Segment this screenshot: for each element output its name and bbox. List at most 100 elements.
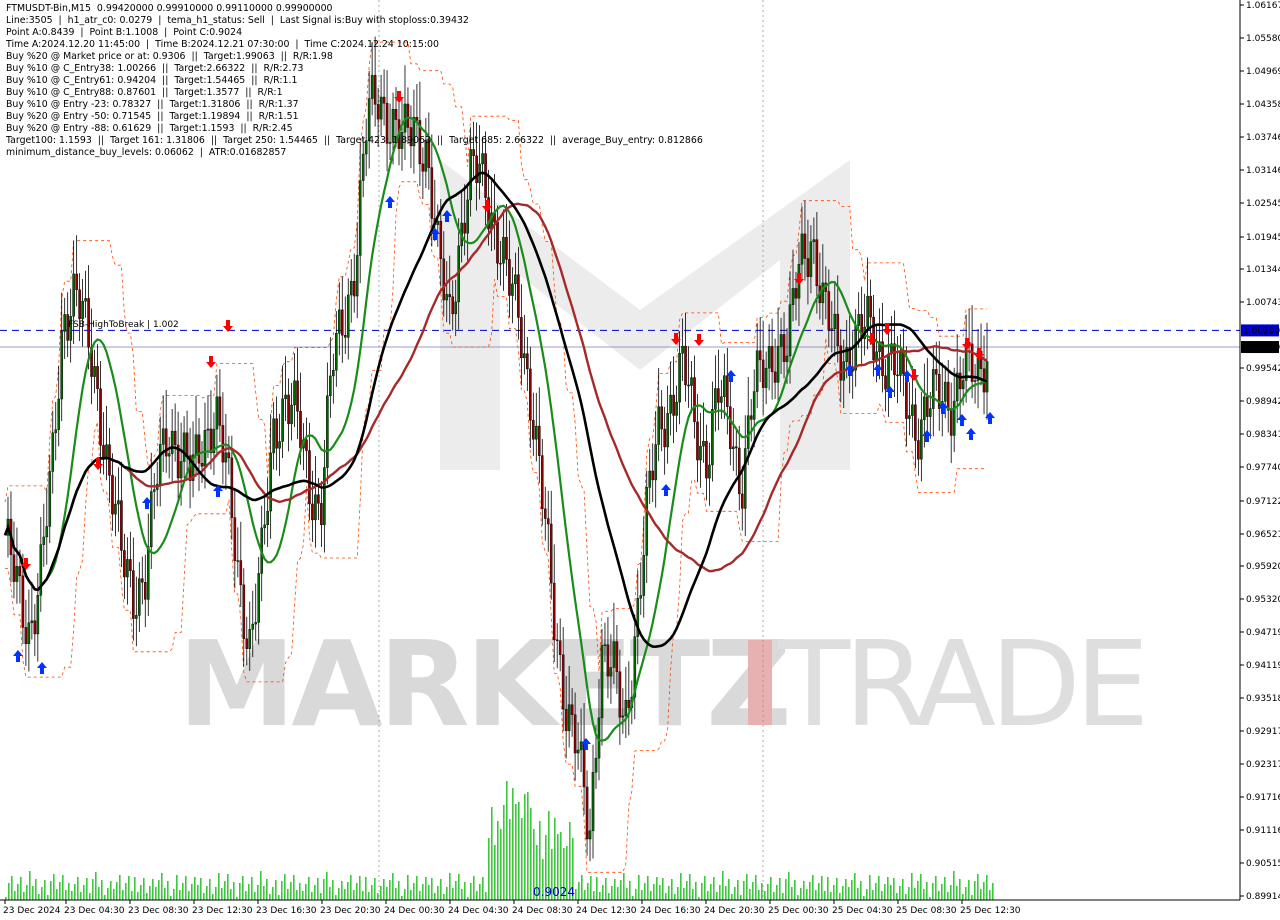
candle-body: [711, 409, 714, 466]
info-line: Buy %20 @ Entry -50: 0.71545 || Target:1…: [6, 111, 299, 122]
volume-bar: [938, 891, 940, 900]
volume-bar: [743, 881, 745, 900]
volume-bar: [494, 845, 496, 900]
time-tick-label: 25 Dec 08:30: [896, 906, 957, 916]
info-line: Buy %10 @ Entry -23: 0.78327 || Target:1…: [6, 99, 299, 110]
candle-body: [540, 455, 544, 510]
volume-bar: [584, 890, 586, 900]
price-tick-label: 0.98942: [1246, 397, 1280, 407]
candle-body: [952, 400, 956, 436]
volume-bar: [839, 893, 841, 900]
volume-bar: [587, 883, 589, 900]
info-line: Buy %10 @ C_Entry88: 0.87601 || Target:1…: [6, 87, 283, 98]
candle-body: [929, 408, 932, 417]
candle-body: [690, 377, 693, 386]
volume-bar: [884, 884, 886, 900]
volume-bar: [776, 885, 778, 900]
candle-body: [779, 334, 783, 347]
candle-body: [194, 434, 198, 455]
volume-bar: [401, 896, 403, 900]
time-tick-label: 23 Dec 2024: [3, 906, 61, 916]
candle-body: [24, 627, 28, 645]
volume-bar: [695, 882, 697, 900]
watermark-left-text: MARKETZ: [178, 615, 788, 753]
volume-bar: [914, 888, 916, 900]
volume-bar: [248, 884, 250, 900]
volume-bar: [77, 877, 79, 900]
volume-bar: [746, 874, 748, 900]
candle-body: [800, 233, 804, 265]
volume-bar: [71, 891, 73, 900]
volume-bar: [635, 889, 637, 900]
volume-bar: [263, 886, 265, 900]
candle-body: [343, 335, 347, 338]
volume-bar: [179, 890, 181, 900]
candle-body: [36, 595, 40, 635]
candle-body: [185, 432, 189, 456]
volume-bar: [512, 788, 514, 900]
candle-body: [27, 622, 31, 645]
candle-body: [917, 440, 920, 460]
candle-body: [430, 167, 434, 219]
candle-body: [773, 371, 777, 383]
volume-bar: [305, 884, 307, 900]
volume-bar: [107, 888, 109, 900]
volume-bar: [140, 885, 142, 900]
candle-body: [758, 350, 762, 361]
volume-bar: [863, 896, 865, 900]
candle-body: [776, 346, 780, 383]
candle-body: [570, 704, 574, 715]
volume-bar: [782, 893, 784, 900]
candle-body: [546, 518, 550, 525]
volume-bar: [344, 889, 346, 900]
volume-bar: [488, 838, 490, 900]
volume-bar: [941, 884, 943, 900]
candle-body: [248, 629, 252, 649]
volume-bar: [953, 871, 955, 900]
volume-bar: [128, 876, 130, 900]
volume-bar: [83, 885, 85, 900]
volume-bar: [59, 882, 61, 900]
volume-bar: [176, 875, 178, 900]
candle-body: [338, 309, 341, 334]
volume-bar: [458, 874, 460, 900]
volume-bar: [590, 876, 592, 900]
candle-body: [182, 432, 186, 462]
time-tick-label: 23 Dec 20:30: [320, 906, 381, 916]
candle-body: [251, 623, 255, 630]
candle-body: [803, 233, 807, 259]
volume-bar: [113, 889, 115, 900]
volume-bar: [122, 890, 124, 900]
volume-bar: [647, 876, 649, 900]
volume-bar: [227, 874, 229, 900]
candle-body: [752, 391, 756, 420]
volume-bar: [188, 891, 190, 900]
candle-body: [573, 714, 577, 754]
candle-body: [508, 259, 511, 296]
candle-body: [352, 281, 356, 297]
candle-body: [451, 296, 455, 315]
volume-bar: [284, 874, 286, 900]
candle-body: [149, 491, 153, 548]
candle-body: [197, 434, 201, 464]
volume-bar: [86, 878, 88, 900]
volume-bar: [818, 883, 820, 900]
volume-bar: [155, 887, 157, 900]
volume-bar: [800, 888, 802, 900]
volume-bar: [971, 895, 973, 900]
volume-bar: [290, 882, 292, 900]
volume-bar: [509, 819, 511, 900]
candle-body: [618, 671, 622, 718]
candle-body: [355, 255, 359, 297]
volume-bar: [317, 878, 319, 900]
volume-bar: [623, 873, 625, 900]
volume-bar: [347, 882, 349, 900]
candle-body: [308, 450, 311, 505]
volume-bar: [632, 896, 634, 900]
volume-bar: [902, 879, 904, 900]
volume-bar: [581, 875, 583, 900]
volume-bar: [950, 885, 952, 900]
volume-bar: [821, 876, 823, 900]
volume-bar: [530, 808, 532, 900]
candle-body: [651, 470, 655, 481]
